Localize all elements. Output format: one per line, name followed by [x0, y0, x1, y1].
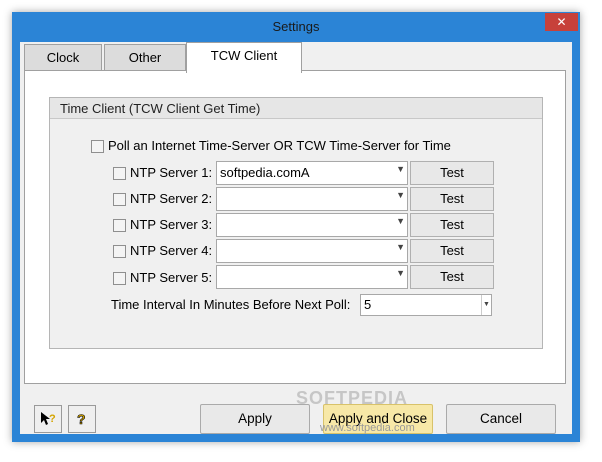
- test-server-5-button[interactable]: Test: [410, 265, 494, 289]
- chevron-down-icon[interactable]: ▼: [396, 164, 405, 174]
- ntp-server-5-label: NTP Server 5:: [130, 270, 213, 285]
- ntp-server-5-checkbox[interactable]: [113, 272, 126, 285]
- test-server-1-button[interactable]: Test: [410, 161, 494, 185]
- tab-panel-tcw-client: Time Client (TCW Client Get Time) Poll a…: [24, 70, 566, 384]
- tab-clock[interactable]: Clock: [24, 44, 102, 72]
- time-client-group: Time Client (TCW Client Get Time) Poll a…: [49, 97, 543, 349]
- test-server-2-button[interactable]: Test: [410, 187, 494, 211]
- ntp-server-2-combo[interactable]: ▼: [216, 187, 408, 211]
- close-button[interactable]: ✕: [545, 13, 578, 31]
- ntp-server-2-label: NTP Server 2:: [130, 191, 213, 206]
- tab-other[interactable]: Other: [104, 44, 186, 72]
- chevron-down-icon[interactable]: ▼: [396, 242, 405, 252]
- ntp-server-1-value: softpedia.comA: [220, 165, 310, 180]
- chevron-down-icon[interactable]: ▼: [396, 268, 405, 278]
- interval-combo[interactable]: 5 ▼: [360, 294, 492, 316]
- chevron-down-icon[interactable]: ▼: [481, 295, 491, 315]
- ntp-server-3-checkbox[interactable]: [113, 219, 126, 232]
- chevron-down-icon[interactable]: ▼: [396, 190, 405, 200]
- interval-label: Time Interval In Minutes Before Next Pol…: [111, 297, 351, 312]
- ntp-server-1-checkbox[interactable]: [113, 167, 126, 180]
- group-title: Time Client (TCW Client Get Time): [60, 101, 261, 116]
- ntp-server-1-label: NTP Server 1:: [130, 165, 213, 180]
- apply-button[interactable]: Apply: [200, 404, 310, 434]
- ntp-server-3-label: NTP Server 3:: [130, 217, 213, 232]
- help-icon: ?: [77, 411, 86, 427]
- title-bar[interactable]: Settings ✕: [12, 12, 580, 42]
- ntp-server-4-label: NTP Server 4:: [130, 243, 213, 258]
- svg-text:?: ?: [49, 413, 56, 425]
- watermark-overlay: SOFTPEDIA: [296, 388, 409, 408]
- whats-this-help-button[interactable]: ?: [34, 405, 62, 433]
- poll-checkbox[interactable]: [91, 140, 104, 153]
- tab-tcw-client[interactable]: TCW Client: [186, 42, 302, 73]
- cancel-button[interactable]: Cancel: [446, 404, 556, 434]
- watermark-text: www.softpedia.com: [320, 422, 415, 434]
- poll-label: Poll an Internet Time-Server OR TCW Time…: [108, 138, 451, 153]
- ntp-server-2-checkbox[interactable]: [113, 193, 126, 206]
- settings-window: Settings ✕ Clock Other TCW Client Time C…: [12, 12, 580, 442]
- whats-this-help-icon: ?: [41, 412, 56, 425]
- svg-text:?: ?: [77, 411, 86, 427]
- ntp-server-1-combo[interactable]: softpedia.comA ▼: [216, 161, 408, 185]
- help-button[interactable]: ?: [68, 405, 96, 433]
- ntp-server-5-combo[interactable]: ▼: [216, 265, 408, 289]
- test-server-4-button[interactable]: Test: [410, 239, 494, 263]
- ntp-server-3-combo[interactable]: ▼: [216, 213, 408, 237]
- dialog-client-area: Clock Other TCW Client Time Client (TCW …: [20, 42, 572, 434]
- test-server-3-button[interactable]: Test: [410, 213, 494, 237]
- ntp-server-4-checkbox[interactable]: [113, 245, 126, 258]
- ntp-server-4-combo[interactable]: ▼: [216, 239, 408, 263]
- window-title: Settings: [272, 19, 320, 34]
- chevron-down-icon[interactable]: ▼: [396, 216, 405, 226]
- group-header: Time Client (TCW Client Get Time): [50, 98, 542, 119]
- interval-value: 5: [364, 297, 372, 312]
